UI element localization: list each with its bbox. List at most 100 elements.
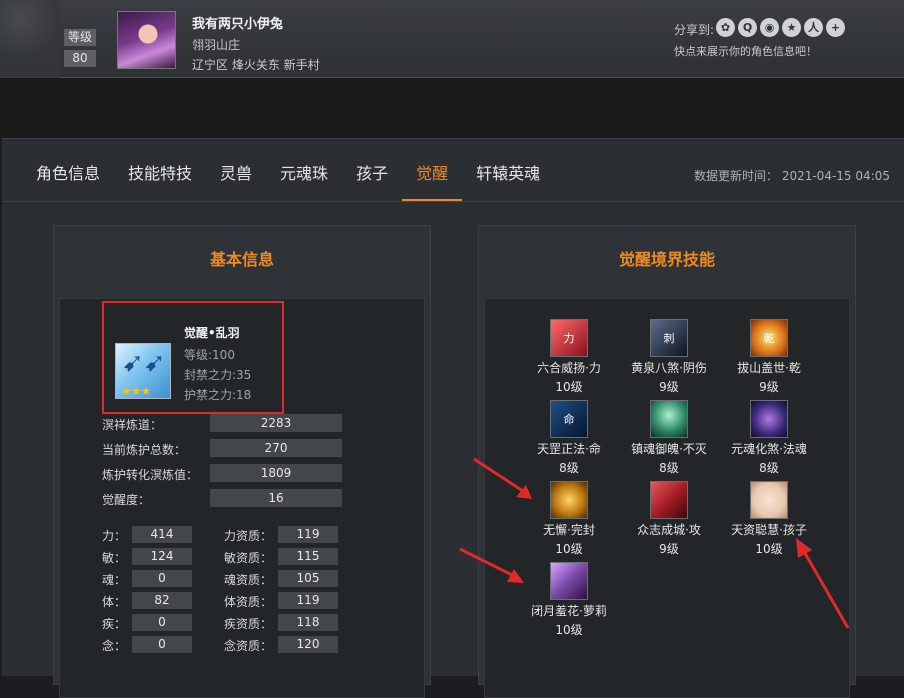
skill-name: 拔山盖世·乾 — [737, 361, 801, 375]
skill-icon — [550, 481, 588, 519]
stat-label: 当前炼护总数： — [102, 443, 187, 457]
renren-icon[interactable]: 人 — [804, 18, 823, 37]
awaken-name: 觉醒•乱羽 — [184, 326, 240, 340]
main-panel: 角色信息 技能特技 灵兽 元魂珠 孩子 觉醒 轩辕英魂 数据更新时间： 2021… — [2, 138, 904, 698]
aptitude-value: 105 — [278, 570, 338, 587]
annotation-arrow-icon — [459, 547, 524, 583]
level-value: 80 — [64, 50, 96, 67]
awaken-level: 等级:100 — [184, 348, 235, 362]
skill-level: 10级 — [555, 380, 583, 394]
attr-value: 0 — [132, 614, 192, 631]
skill-icon — [750, 481, 788, 519]
attr-label: 体： — [102, 595, 127, 609]
awaken-skills-title: 觉醒境界技能 — [618, 250, 715, 269]
awaken-icon: ➹➹ ★★★ — [115, 343, 171, 399]
profile-bar: 等级 80 我有两只小伊兔 翎羽山庄 辽宁区 烽火关东 新手村 分享到: ✿ Q… — [0, 0, 904, 78]
wechat-icon[interactable]: ✿ — [716, 18, 735, 37]
stat-label: 炼护转化溟炼值： — [102, 468, 199, 482]
skill-item[interactable]: 众志成城·攻 9级 — [619, 481, 719, 557]
skill-level: 10级 — [555, 542, 583, 556]
weibo-icon[interactable]: ◉ — [760, 18, 779, 37]
skill-item[interactable]: 乾 拔山盖世·乾 9级 — [719, 319, 819, 395]
skill-item[interactable]: 元魂化煞·法魂 8级 — [719, 400, 819, 476]
character-name: 我有两只小伊兔 — [192, 17, 284, 32]
guard-power: 护禁之力:18 — [184, 388, 252, 402]
attr-value: 0 — [132, 636, 192, 653]
star-rating-icon: ★★★ — [121, 384, 151, 398]
dark-band — [0, 78, 904, 138]
skill-level: 9级 — [759, 380, 779, 394]
attr-value: 124 — [132, 548, 192, 565]
aptitude-label: 体资质： — [224, 595, 273, 609]
share-hint: 快点来展示你的角色信息吧！ — [674, 45, 817, 58]
attr-value: 82 — [132, 592, 192, 609]
aptitude-label: 魂资质： — [224, 573, 273, 587]
stat-label: 觉醒度： — [102, 493, 151, 507]
skill-icon: 命 — [550, 400, 588, 438]
avatar — [117, 11, 176, 69]
basic-info-panel: 基本信息 ➹➹ ★★★ 觉醒•乱羽 等级:100 封禁之力:35 护禁之力:18… — [53, 225, 431, 698]
basic-info-title: 基本信息 — [209, 250, 274, 269]
aptitude-value: 118 — [278, 614, 338, 631]
skill-name: 众志成城·攻 — [637, 523, 701, 537]
attr-value: 0 — [132, 570, 192, 587]
skill-name: 无懈·完封 — [543, 523, 595, 537]
skill-name: 元魂化煞·法魂 — [731, 442, 807, 456]
stat-label: 溟祥炼道： — [102, 418, 163, 432]
plus-icon[interactable]: + — [826, 18, 845, 37]
aptitude-label: 念资质： — [224, 639, 273, 653]
skill-name: 闭月羞花·萝莉 — [531, 604, 607, 618]
stat-value: 1809 — [210, 464, 342, 482]
aptitude-value: 119 — [278, 592, 338, 609]
annotation-arrow-icon — [473, 457, 532, 499]
skill-name: 六合威扬·力 — [537, 361, 601, 375]
aptitude-value: 120 — [278, 636, 338, 653]
skill-level: 8级 — [759, 461, 779, 475]
skill-item[interactable]: 刺 黄泉八煞·阴伤 9级 — [619, 319, 719, 395]
tab-soul-orbs[interactable]: 元魂珠 — [266, 139, 342, 201]
stat-value: 2283 — [210, 414, 342, 432]
share-icons: ✿ Q ◉ ★ 人 + — [716, 18, 845, 37]
tab-awaken[interactable]: 觉醒 — [402, 139, 463, 201]
skill-icon — [550, 562, 588, 600]
skill-icon: 刺 — [650, 319, 688, 357]
stat-value: 16 — [210, 489, 342, 507]
qq-icon[interactable]: Q — [738, 18, 757, 37]
attr-label: 力： — [102, 529, 127, 543]
attr-label: 疾： — [102, 617, 127, 631]
decorative-swirl — [0, 0, 60, 78]
tab-bar: 角色信息 技能特技 灵兽 元魂珠 孩子 觉醒 轩辕英魂 — [22, 139, 554, 201]
skill-item[interactable]: 闭月羞花·萝莉 10级 — [519, 562, 619, 638]
character-server: 辽宁区 烽火关东 新手村 — [192, 58, 320, 72]
arrows-icon: ➹➹ — [122, 348, 166, 378]
tabs-divider — [2, 201, 904, 202]
skill-icon — [750, 400, 788, 438]
update-time: 数据更新时间： 2021-04-15 04:05 — [694, 169, 890, 183]
aptitude-label: 疾资质： — [224, 617, 273, 631]
share-label: 分享到: — [674, 23, 715, 37]
skill-item[interactable]: 镇魂御魄·不灭 8级 — [619, 400, 719, 476]
stat-value: 270 — [210, 439, 342, 457]
skill-level: 8级 — [659, 461, 679, 475]
skill-name: 黄泉八煞·阴伤 — [631, 361, 707, 375]
skill-name: 镇魂御魄·不灭 — [631, 442, 707, 456]
attr-value: 414 — [132, 526, 192, 543]
aptitude-label: 力资质： — [224, 529, 273, 543]
attr-label: 敏： — [102, 551, 127, 565]
character-guild: 翎羽山庄 — [192, 38, 241, 52]
seal-power: 封禁之力:35 — [184, 368, 252, 382]
tab-pets[interactable]: 灵兽 — [206, 139, 266, 201]
tab-children[interactable]: 孩子 — [342, 139, 402, 201]
level-label: 等级 — [64, 29, 96, 46]
attr-label: 念： — [102, 639, 127, 653]
tab-skills[interactable]: 技能特技 — [114, 139, 206, 201]
tab-character-info[interactable]: 角色信息 — [22, 139, 114, 201]
awaken-highlight-box: ➹➹ ★★★ 觉醒•乱羽 等级:100 封禁之力:35 护禁之力:18 — [102, 301, 284, 414]
tab-xuanyuan-heroes[interactable]: 轩辕英魂 — [462, 139, 554, 201]
qzone-icon[interactable]: ★ — [782, 18, 801, 37]
skill-level: 9级 — [659, 542, 679, 556]
skill-item[interactable]: 力 六合威扬·力 10级 — [519, 319, 619, 395]
skill-icon: 乾 — [750, 319, 788, 357]
skill-level: 9级 — [659, 380, 679, 394]
skill-icon: 力 — [550, 319, 588, 357]
